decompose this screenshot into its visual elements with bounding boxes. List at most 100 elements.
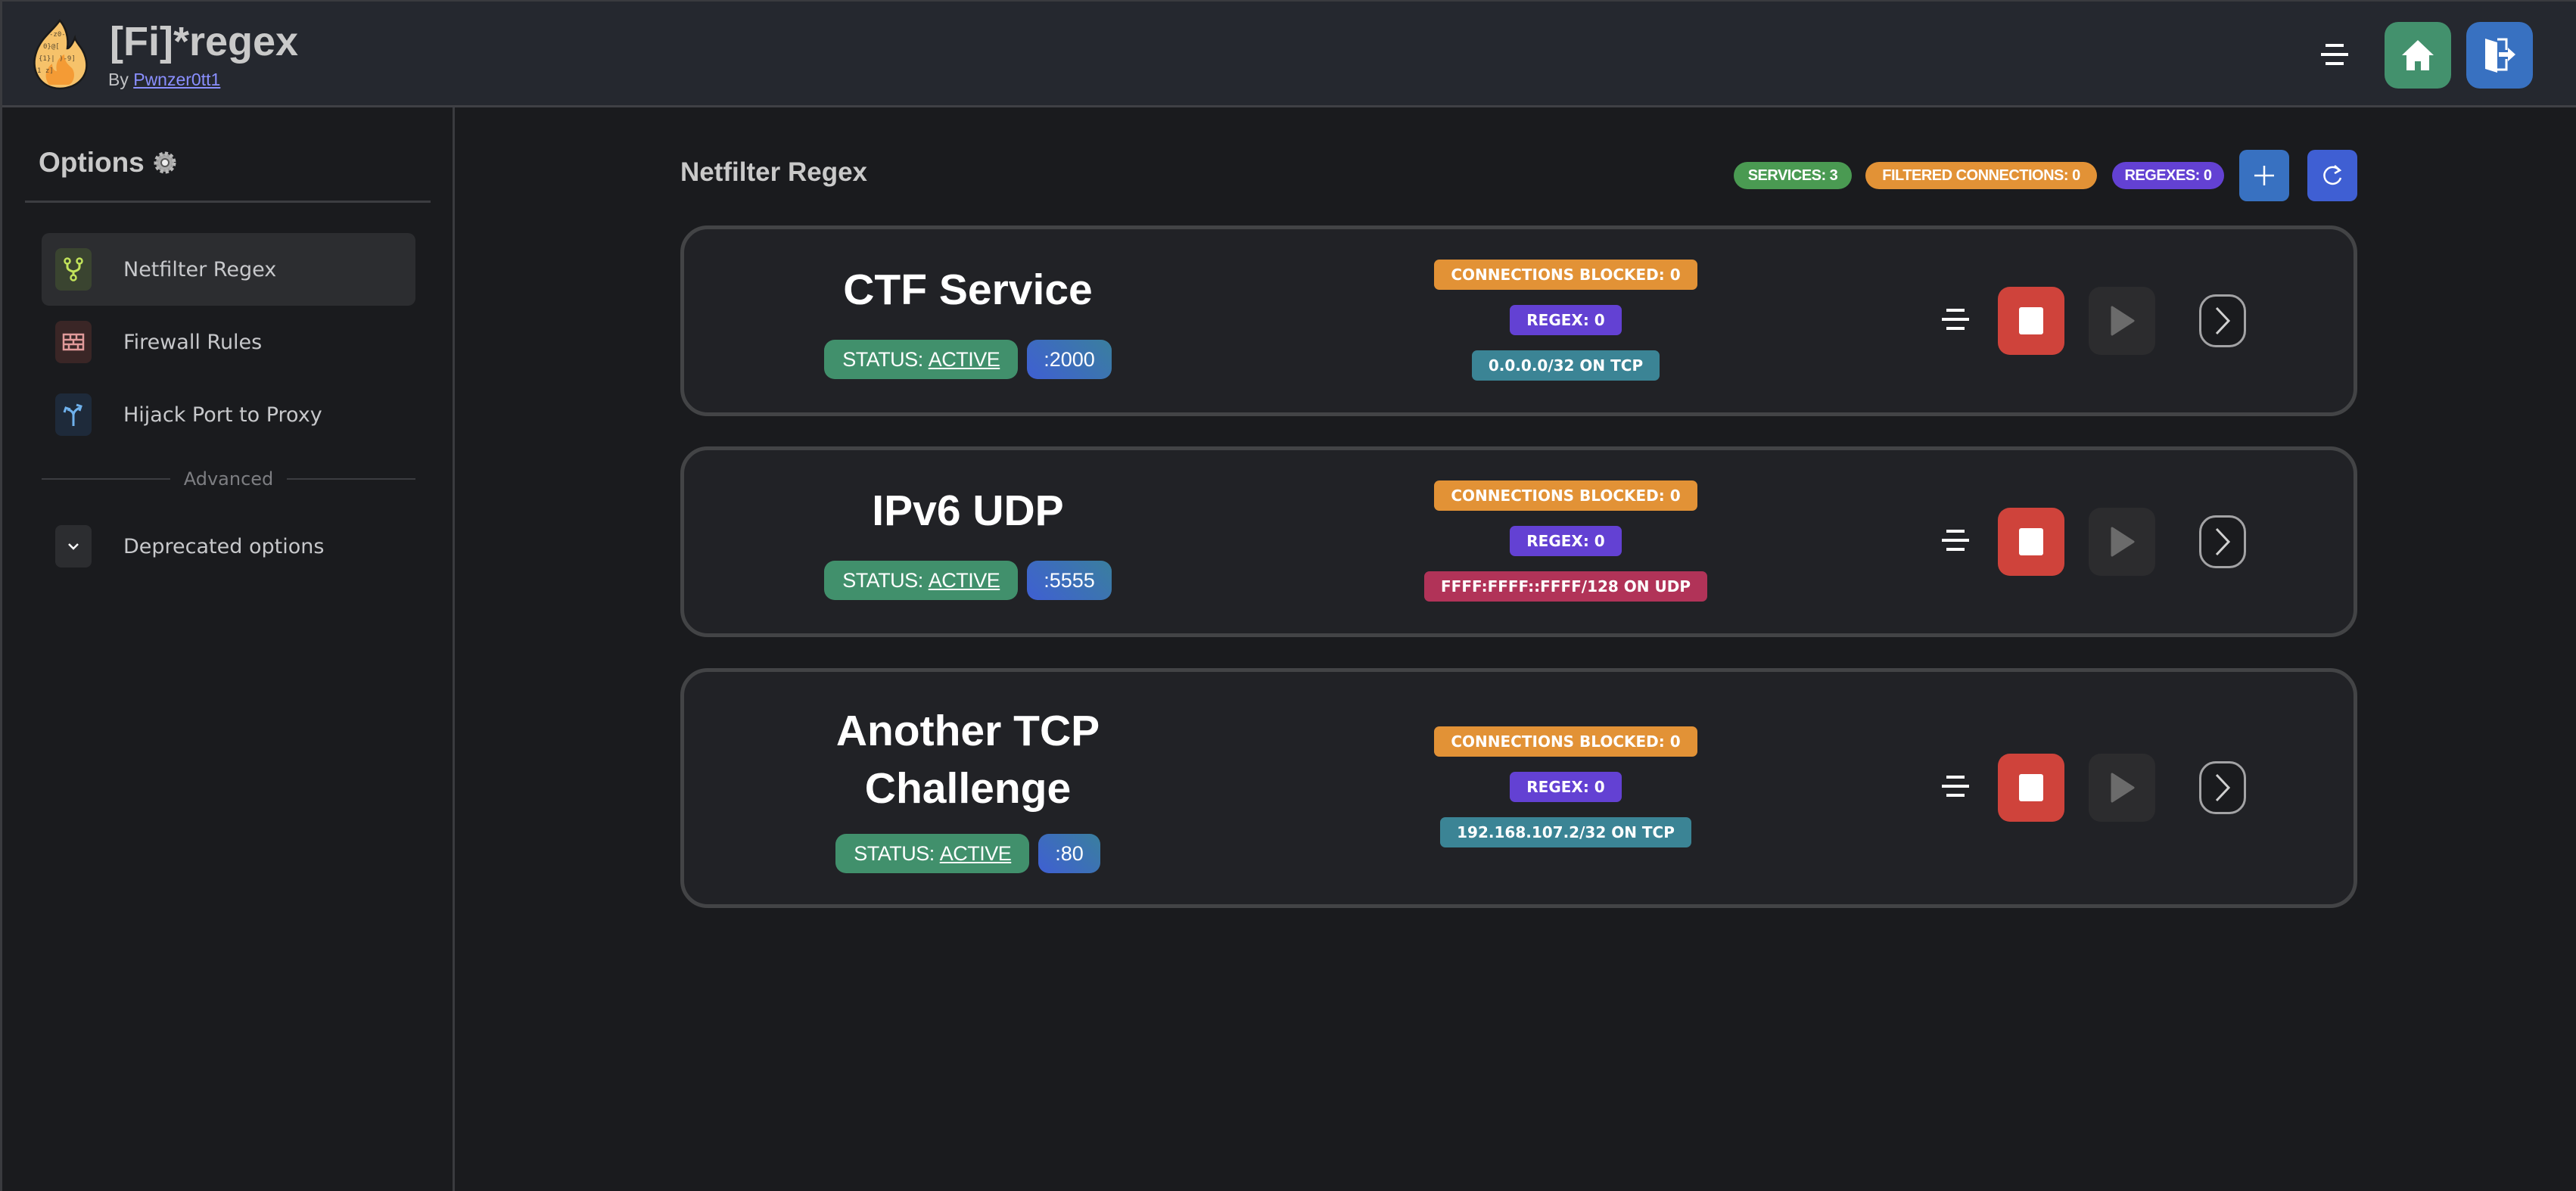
service-stats: CONNECTIONS BLOCKED: 0 REGEX: 0 FFFF:FFF…	[1424, 480, 1707, 602]
align-center-icon[interactable]	[1942, 527, 1972, 557]
stop-button[interactable]	[1998, 287, 2064, 355]
sidebar-item-label: Hijack Port to Proxy	[123, 403, 322, 427]
sidebar-item-firewall-rules[interactable]: Firewall Rules	[42, 306, 415, 378]
sidebar: Options Netfilter Regex Firewall Rules H…	[2, 107, 455, 1191]
sidebar-item-hijack-port[interactable]: Hijack Port to Proxy	[42, 378, 415, 451]
git-fork-icon	[55, 248, 92, 291]
connections-blocked-tag: CONNECTIONS BLOCKED: 0	[1434, 726, 1697, 757]
service-badges: STATUS: ACTIVE :5555	[684, 561, 1252, 600]
start-button[interactable]	[2089, 754, 2155, 822]
sidebar-divider	[25, 201, 431, 203]
stop-icon	[2019, 307, 2043, 334]
align-center-icon[interactable]	[2321, 39, 2351, 70]
connections-blocked-tag: CONNECTIONS BLOCKED: 0	[1434, 260, 1697, 290]
regexes-count-badge: REGEXES: 0	[2112, 162, 2224, 189]
home-icon	[2402, 40, 2434, 70]
service-card[interactable]: CTF Service STATUS: ACTIVE :2000 CONNECTI…	[680, 225, 2357, 416]
open-service-button[interactable]	[2199, 294, 2246, 347]
port-badge: :2000	[1027, 340, 1112, 379]
author-prefix: By	[108, 70, 129, 89]
svg-text:0}@[: 0}@[	[43, 43, 60, 51]
sidebar-item-label: Firewall Rules	[123, 330, 263, 354]
stop-icon	[2019, 774, 2043, 801]
service-controls	[1942, 508, 2290, 576]
gear-icon	[154, 151, 176, 174]
sidebar-title: Options	[39, 147, 178, 179]
service-badges: STATUS: ACTIVE :2000	[684, 340, 1252, 379]
play-icon	[2111, 527, 2135, 557]
regex-count-tag: REGEX: 0	[1510, 772, 1622, 802]
stop-button[interactable]	[1998, 754, 2064, 822]
status-prefix: STATUS:	[842, 568, 923, 592]
chevron-right-icon	[2215, 527, 2231, 556]
service-controls	[1942, 287, 2290, 355]
stop-icon	[2019, 528, 2043, 555]
service-controls	[1942, 754, 2290, 822]
status-prefix: STATUS:	[842, 347, 923, 371]
brick-wall-icon	[55, 321, 92, 363]
status-badge: STATUS: ACTIVE	[835, 834, 1030, 873]
svg-text:1 z]: 1 z]	[37, 67, 54, 75]
port-badge: :5555	[1027, 561, 1112, 600]
home-button[interactable]	[2385, 22, 2451, 89]
status-prefix: STATUS:	[854, 841, 935, 865]
align-center-icon[interactable]	[1942, 773, 1972, 803]
regex-count-tag: REGEX: 0	[1510, 526, 1622, 556]
status-value: ACTIVE	[928, 347, 1000, 371]
service-card[interactable]: Another TCP Challenge STATUS: ACTIVE :80 …	[680, 668, 2357, 908]
service-name: CTF Service	[843, 266, 1093, 314]
sidebar-item-deprecated-options[interactable]: Deprecated options	[42, 510, 415, 583]
service-stats: CONNECTIONS BLOCKED: 0 REGEX: 0 0.0.0.0/…	[1434, 260, 1697, 381]
filtered-connections-badge: FILTERED CONNECTIONS: 0	[1865, 162, 2097, 189]
arrows-split-icon	[55, 393, 92, 436]
status-badge: STATUS: ACTIVE	[824, 561, 1019, 600]
play-icon	[2111, 306, 2135, 336]
sidebar-title-text: Options	[39, 147, 145, 178]
regex-count-tag: REGEX: 0	[1510, 305, 1622, 335]
app-root: -z0- 0}@[ {1}| )-9] 1 z] [Fi]*regex By P…	[0, 0, 2576, 1191]
plus-icon	[2254, 166, 2274, 185]
start-button[interactable]	[2089, 508, 2155, 576]
address-protocol-tag: FFFF:FFFF::FFFF/128 ON UDP	[1424, 571, 1707, 602]
chevron-right-icon	[2215, 773, 2231, 802]
app-title: [Fi]*regex	[110, 19, 299, 64]
service-name: IPv6 UDP	[872, 487, 1064, 535]
open-service-button[interactable]	[2199, 515, 2246, 568]
service-name: Another TCP Challenge	[835, 707, 1100, 813]
sidebar-item-netfilter-regex[interactable]: Netfilter Regex	[42, 233, 415, 306]
chevron-down-icon	[55, 525, 92, 568]
open-service-button[interactable]	[2199, 761, 2246, 814]
author-link[interactable]: Pwnzer0tt1	[133, 70, 220, 89]
address-protocol-tag: 192.168.107.2/32 ON TCP	[1440, 817, 1691, 847]
service-card[interactable]: IPv6 UDP STATUS: ACTIVE :5555 CONNECTIONS…	[680, 446, 2357, 637]
add-service-button[interactable]	[2239, 150, 2289, 201]
section-label-advanced: Advanced	[183, 468, 274, 490]
service-stats: CONNECTIONS BLOCKED: 0 REGEX: 0 192.168.…	[1434, 726, 1697, 847]
logout-button[interactable]	[2466, 22, 2533, 89]
align-center-icon[interactable]	[1942, 306, 1972, 336]
logout-door-icon	[2485, 38, 2515, 73]
chevron-right-icon	[2215, 306, 2231, 335]
stop-button[interactable]	[1998, 508, 2064, 576]
refresh-button[interactable]	[2307, 150, 2357, 201]
svg-text:{1}| )-9]: {1}| )-9]	[39, 55, 76, 63]
svg-text:-z0-: -z0-	[49, 31, 66, 39]
flame-logo-icon: -z0- 0}@[ {1}| )-9] 1 z]	[33, 18, 88, 90]
port-badge: :80	[1038, 834, 1100, 873]
refresh-icon	[2323, 165, 2342, 185]
header: -z0- 0}@[ {1}| )-9] 1 z] [Fi]*regex By P…	[2, 0, 2576, 107]
services-count-badge: SERVICES: 3	[1734, 162, 1852, 189]
page-title: Netfilter Regex	[680, 157, 868, 187]
status-badge: STATUS: ACTIVE	[824, 340, 1019, 379]
author-credit: By Pwnzer0tt1	[108, 70, 220, 90]
connections-blocked-tag: CONNECTIONS BLOCKED: 0	[1434, 480, 1697, 511]
sidebar-item-label: Deprecated options	[123, 534, 325, 558]
sidebar-item-label: Netfilter Regex	[123, 257, 277, 281]
start-button[interactable]	[2089, 287, 2155, 355]
status-value: ACTIVE	[939, 841, 1012, 865]
sidebar-section-divider: Advanced	[42, 468, 416, 490]
address-protocol-tag: 0.0.0.0/32 ON TCP	[1471, 350, 1660, 381]
status-value: ACTIVE	[928, 568, 1000, 592]
play-icon	[2111, 773, 2135, 803]
service-badges: STATUS: ACTIVE :80	[684, 834, 1252, 873]
